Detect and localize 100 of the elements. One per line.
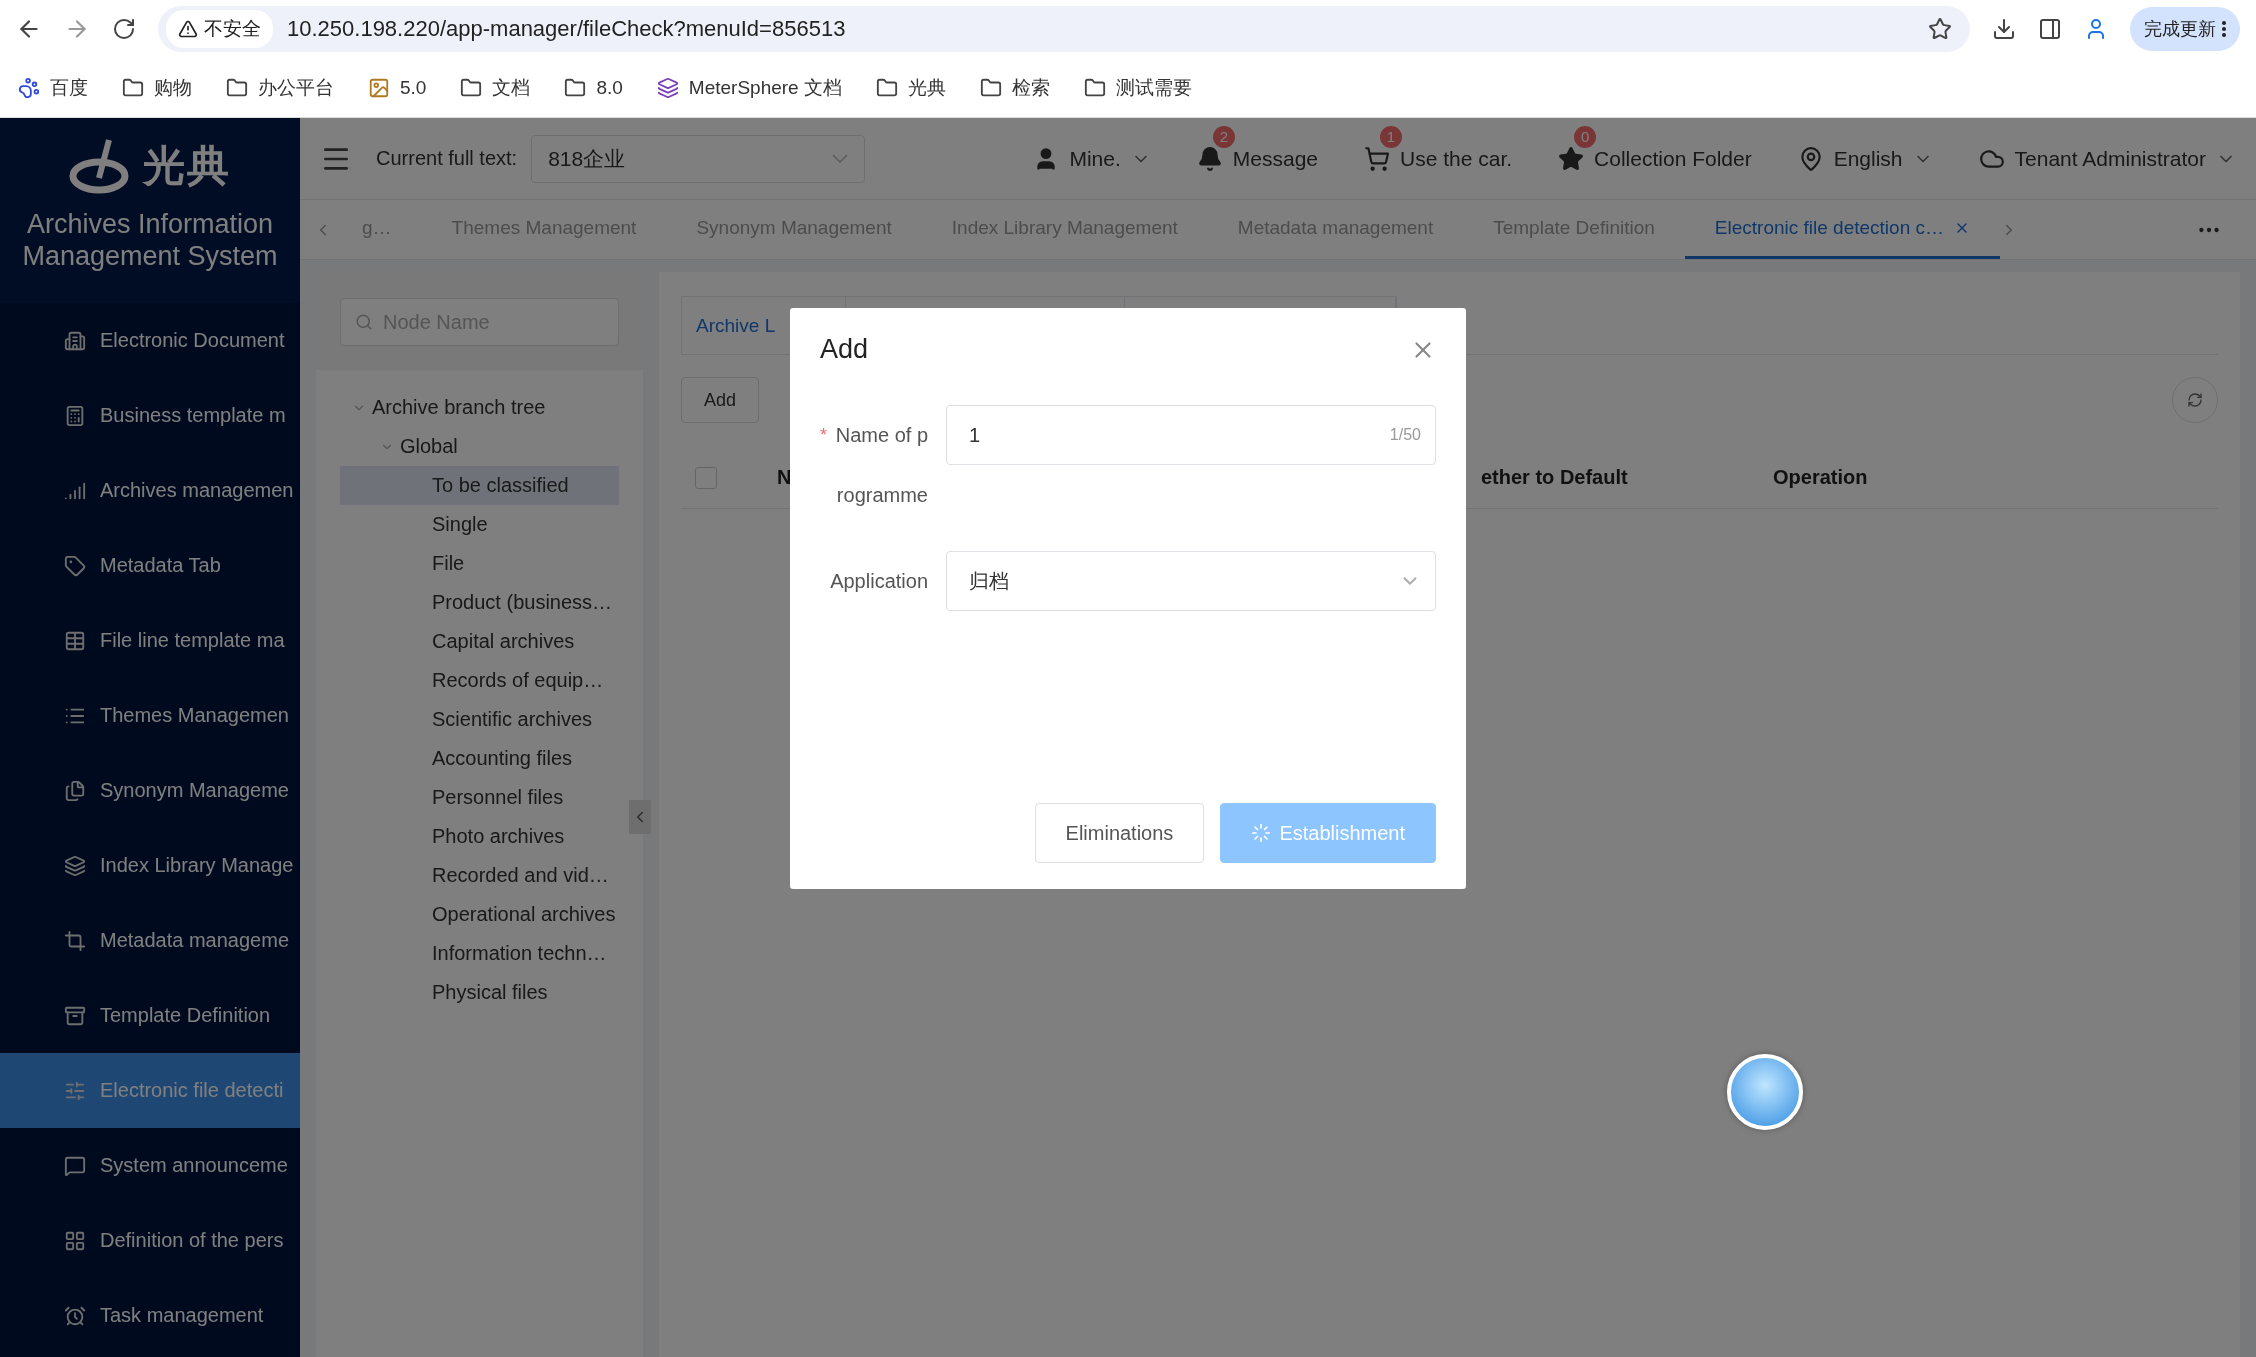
sidebar-item[interactable]: Metadata Tab bbox=[0, 528, 300, 603]
sidebar-item[interactable]: Synonym Manageme bbox=[0, 753, 300, 828]
select-all-checkbox[interactable] bbox=[695, 466, 717, 489]
bookmark[interactable]: 购物 bbox=[122, 74, 192, 101]
field-label: Name of programme bbox=[834, 423, 928, 508]
tree-node[interactable]: Archive branch tree bbox=[340, 388, 619, 427]
eliminations-button[interactable]: Eliminations bbox=[1034, 803, 1205, 863]
tree-node[interactable]: File bbox=[340, 544, 619, 583]
download-icon[interactable] bbox=[1992, 17, 2016, 41]
update-button[interactable]: 完成更新 bbox=[2130, 7, 2240, 51]
message-icon bbox=[64, 1154, 86, 1177]
count-badge: 1 bbox=[1380, 125, 1403, 148]
refresh-button[interactable] bbox=[2172, 377, 2218, 423]
sliders-icon bbox=[64, 1079, 86, 1102]
tree-node[interactable]: Information techn… bbox=[340, 934, 619, 973]
tree-node[interactable]: Records of equip… bbox=[340, 661, 619, 700]
header-menu-item[interactable]: 1 Use the car. bbox=[1364, 125, 1513, 172]
folder-icon bbox=[979, 76, 1002, 99]
bookmark[interactable]: 检索 bbox=[979, 74, 1050, 101]
bookmark[interactable]: 5.0 bbox=[368, 76, 427, 99]
column-header: Operation bbox=[1773, 466, 1868, 489]
folder-icon bbox=[460, 76, 483, 99]
warning-icon bbox=[178, 19, 198, 39]
tree-node[interactable]: Global bbox=[340, 427, 619, 466]
sidebar-item[interactable]: Definition of the pers bbox=[0, 1203, 300, 1278]
paw-icon bbox=[18, 76, 40, 99]
tree-node[interactable]: Product (business… bbox=[340, 583, 619, 622]
alarm-clock-icon bbox=[64, 1304, 86, 1327]
table-icon bbox=[64, 629, 86, 652]
required-mark: * bbox=[820, 424, 827, 447]
bookmark[interactable]: 文档 bbox=[460, 74, 531, 101]
header-menu-item[interactable]: 2 Message bbox=[1196, 125, 1319, 172]
reload-icon[interactable] bbox=[112, 17, 136, 41]
sidebar-item[interactable]: File line template ma bbox=[0, 603, 300, 678]
sidebar-item[interactable]: Metadata manageme bbox=[0, 903, 300, 978]
tree-node[interactable]: Single bbox=[340, 505, 619, 544]
calculator-icon bbox=[64, 404, 86, 427]
tree-node[interactable]: Personnel files bbox=[340, 778, 619, 817]
page-tab[interactable]: Electronic file detection c… bbox=[1684, 200, 2000, 259]
name-input[interactable]: 1 1/50 bbox=[946, 405, 1436, 465]
sidebar-item[interactable]: Task management bbox=[0, 1278, 300, 1353]
more-icon[interactable] bbox=[2222, 21, 2226, 37]
bookmark[interactable]: 测试需要 bbox=[1083, 74, 1192, 101]
system-title: Archives Information Management System bbox=[21, 208, 279, 272]
security-chip[interactable]: 不安全 bbox=[166, 10, 273, 48]
folder-icon bbox=[226, 76, 248, 99]
bookmark[interactable]: 办公平台 bbox=[226, 74, 334, 101]
crop-icon bbox=[64, 929, 86, 952]
bookmark[interactable]: MeterSphere 文档 bbox=[656, 74, 842, 101]
building-icon bbox=[64, 329, 86, 352]
sidebar-item[interactable]: Template Definition bbox=[0, 978, 300, 1053]
sidebar-item[interactable]: Themes Managemen bbox=[0, 678, 300, 753]
grid-icon bbox=[64, 1229, 86, 1252]
folder-icon bbox=[1083, 76, 1106, 99]
image-icon bbox=[368, 76, 390, 99]
tree-node[interactable]: Recorded and vid… bbox=[340, 856, 619, 895]
sidebar-item[interactable]: Electronic file detecti bbox=[0, 1053, 300, 1128]
tree-node[interactable]: Scientific archives bbox=[340, 700, 619, 739]
collapse-handle[interactable] bbox=[629, 800, 651, 834]
column-header: N bbox=[777, 466, 792, 489]
bookmark[interactable]: 光典 bbox=[875, 74, 946, 101]
sidebar-item[interactable]: Index Library Manage bbox=[0, 828, 300, 903]
header-menu-item[interactable]: 0 Collection Folder bbox=[1558, 125, 1752, 172]
search-icon bbox=[355, 313, 373, 331]
company-select[interactable]: 818企业 bbox=[531, 134, 866, 183]
tag-icon bbox=[64, 554, 86, 577]
tree-node[interactable]: Capital archives bbox=[340, 622, 619, 661]
column-header: ether to Default bbox=[1481, 466, 1628, 489]
header-menu-item[interactable]: Mine. bbox=[1033, 145, 1151, 172]
bookmark[interactable]: 8.0 bbox=[564, 76, 623, 99]
sidebar-item[interactable]: System announceme bbox=[0, 1128, 300, 1203]
url-text: 10.250.198.220/app-manager/fileCheck?menuId=856513 bbox=[287, 16, 846, 42]
sidebar-item[interactable]: Business template m bbox=[0, 378, 300, 453]
refresh-icon bbox=[2187, 392, 2203, 408]
side-panel-icon[interactable] bbox=[2038, 17, 2062, 41]
tree-node[interactable]: Photo archives bbox=[340, 817, 619, 856]
star-icon bbox=[1558, 145, 1585, 172]
application-select[interactable]: 归档 bbox=[946, 551, 1436, 611]
folder-icon bbox=[122, 76, 144, 99]
folder-icon bbox=[875, 76, 898, 99]
full-text-label: Current full text: bbox=[376, 147, 518, 170]
char-counter: 1/50 bbox=[1389, 426, 1421, 444]
sidebar-item[interactable]: Electronic Document bbox=[0, 303, 300, 378]
logo-text: 光典 bbox=[143, 141, 231, 191]
bell-icon bbox=[1196, 145, 1223, 172]
tree-node[interactable]: Accounting files bbox=[340, 739, 619, 778]
star-icon[interactable] bbox=[1928, 17, 1952, 41]
header-menu-item[interactable]: Tenant Administrator bbox=[1978, 145, 2236, 172]
layers-icon bbox=[64, 854, 86, 877]
header-menu-item[interactable]: English bbox=[1797, 145, 1933, 172]
tree-node[interactable]: To be classified bbox=[340, 466, 619, 505]
field-label: Application bbox=[829, 569, 928, 594]
tree-node[interactable]: Operational archives bbox=[340, 895, 619, 934]
folder-icon bbox=[564, 76, 587, 99]
add-button[interactable]: Add bbox=[681, 377, 760, 423]
files-icon bbox=[64, 779, 86, 802]
bookmark[interactable]: 百度 bbox=[18, 74, 88, 101]
sidebar-item[interactable]: Archives managemen bbox=[0, 453, 300, 528]
tree-node[interactable]: Physical files bbox=[340, 973, 619, 1012]
address-bar[interactable]: 不安全 10.250.198.220/app-manager/fileCheck?menuId=856513 bbox=[158, 6, 1970, 52]
